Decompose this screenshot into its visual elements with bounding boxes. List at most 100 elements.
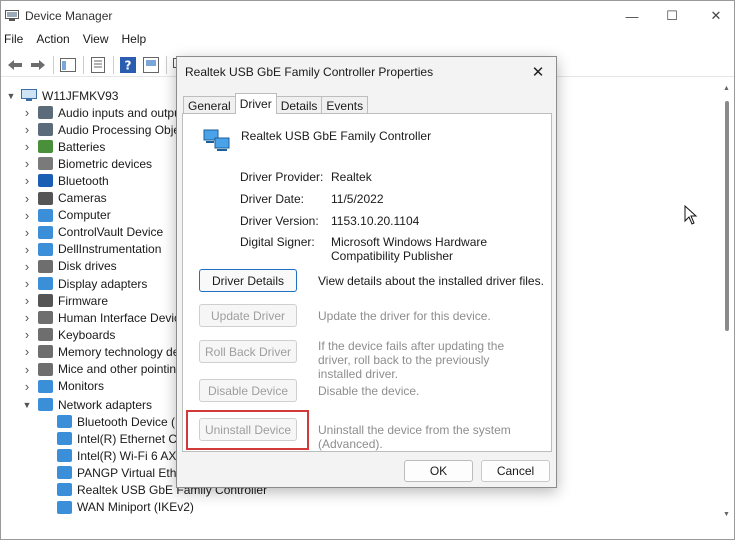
back-arrow-icon[interactable] xyxy=(6,56,24,74)
tree-category[interactable]: › DellInstrumentation xyxy=(21,241,162,258)
network-adapter-icon xyxy=(57,500,72,514)
tree-category[interactable]: › ControlVault Device xyxy=(21,224,163,241)
driver-version-value: 1153.10.20.1104 xyxy=(331,214,420,228)
tree-category-label: ControlVault Device xyxy=(58,225,164,240)
chevron-right-icon[interactable]: › xyxy=(21,139,33,154)
network-adapter-icon xyxy=(38,398,53,411)
chevron-right-icon[interactable]: › xyxy=(21,344,33,359)
chevron-down-icon[interactable]: ▼ xyxy=(5,90,17,102)
tree-category-label: Firmware xyxy=(58,293,108,308)
disk-icon xyxy=(38,259,53,273)
chevron-right-icon[interactable]: › xyxy=(21,259,33,274)
tree-category[interactable]: › Batteries xyxy=(21,138,106,155)
chevron-right-icon[interactable]: › xyxy=(21,156,33,171)
computer-icon xyxy=(21,89,37,102)
window-title: Device Manager xyxy=(25,9,113,23)
menu-help[interactable]: Help xyxy=(122,32,147,50)
forward-arrow-icon[interactable] xyxy=(29,56,47,74)
network-adapter-icon xyxy=(57,415,72,428)
tree-category-label: Bluetooth xyxy=(58,173,109,188)
update-driver-description: Update the driver for this device. xyxy=(318,309,491,323)
tree-category[interactable]: › Bluetooth xyxy=(21,172,109,189)
chevron-right-icon[interactable]: › xyxy=(21,208,33,223)
vertical-scrollbar[interactable]: ▲ ▼ xyxy=(721,83,733,523)
help-icon[interactable]: ? xyxy=(119,56,137,74)
roll-back-driver-button[interactable]: Roll Back Driver xyxy=(199,340,297,363)
minimize-button[interactable]: — xyxy=(612,1,652,31)
hid-icon xyxy=(38,311,53,325)
tree-category-network-adapters[interactable]: ▼ Network adapters xyxy=(21,396,153,413)
digital-signer-label: Digital Signer: xyxy=(240,235,315,249)
tree-category-label: Batteries xyxy=(58,139,106,154)
ok-button[interactable]: OK xyxy=(404,460,473,482)
menu-view[interactable]: View xyxy=(83,32,109,50)
tree-category[interactable]: › Firmware xyxy=(21,292,108,309)
mouse-cursor-icon xyxy=(684,204,698,225)
driver-provider-value: Realtek xyxy=(331,170,372,184)
tree-root[interactable]: ▼ W11JFMKV93 xyxy=(5,87,119,104)
tree-category-label: Human Interface Devices xyxy=(58,310,193,325)
tree-category[interactable]: › Computer xyxy=(21,207,111,224)
menu-action[interactable]: Action xyxy=(36,32,69,50)
tree-category[interactable]: › Biometric devices xyxy=(21,155,152,172)
tree-device-item[interactable]: WAN Miniport (IKEv2) xyxy=(57,499,194,516)
disable-device-button[interactable]: Disable Device xyxy=(199,379,297,402)
scroll-up-icon[interactable]: ▲ xyxy=(723,85,730,92)
chevron-right-icon[interactable]: › xyxy=(21,242,33,257)
chevron-right-icon[interactable]: › xyxy=(21,122,33,137)
chevron-right-icon[interactable]: › xyxy=(21,105,33,120)
cancel-button[interactable]: Cancel xyxy=(481,460,550,482)
chevron-down-icon[interactable]: ▼ xyxy=(21,399,33,411)
dialog-title: Realtek USB GbE Family Controller Proper… xyxy=(185,65,434,79)
driver-date-label: Driver Date: xyxy=(240,192,305,206)
uninstall-device-description: Uninstall the device from the system (Ad… xyxy=(318,423,511,451)
chevron-right-icon[interactable]: › xyxy=(21,379,33,394)
horizontal-scrollbar[interactable] xyxy=(1,523,734,539)
properties-icon[interactable] xyxy=(89,56,107,74)
tree-category[interactable]: › Audio Processing Objects xyxy=(21,121,196,138)
scroll-down-icon[interactable]: ▼ xyxy=(723,511,730,518)
chevron-right-icon[interactable]: › xyxy=(21,276,33,291)
tab-events[interactable]: Events xyxy=(321,96,369,114)
chevron-right-icon[interactable]: › xyxy=(21,310,33,325)
chevron-right-icon[interactable]: › xyxy=(21,293,33,308)
chevron-right-icon[interactable]: › xyxy=(21,362,33,377)
toolbar-divider xyxy=(53,55,54,74)
tree-category-label: Disk drives xyxy=(58,259,117,274)
network-adapter-icon xyxy=(57,432,72,446)
chevron-right-icon[interactable]: › xyxy=(21,191,33,206)
chevron-right-icon[interactable]: › xyxy=(21,225,33,240)
close-window-button[interactable]: ✕ xyxy=(696,1,735,31)
tree-category[interactable]: › Disk drives xyxy=(21,258,117,275)
tree-category[interactable]: › Cameras xyxy=(21,190,107,207)
chevron-right-icon[interactable]: › xyxy=(21,327,33,342)
tab-general[interactable]: General xyxy=(183,96,236,114)
show-hide-tree-icon[interactable] xyxy=(59,56,77,74)
device-manager-app-icon xyxy=(5,10,19,22)
tree-category[interactable]: › Human Interface Devices xyxy=(21,309,193,326)
action-view-icon[interactable] xyxy=(142,56,160,74)
tab-details[interactable]: Details xyxy=(275,96,323,114)
display-adapter-icon xyxy=(38,277,53,290)
driver-details-button[interactable]: Driver Details xyxy=(199,269,297,292)
tree-category[interactable]: › Monitors xyxy=(21,378,104,395)
tree-category-label: Network adapters xyxy=(58,397,153,412)
tree-category[interactable]: › Display adapters xyxy=(21,275,148,292)
maximize-button[interactable]: ☐ xyxy=(652,1,692,31)
bluetooth-icon xyxy=(38,174,53,188)
scrollbar-thumb[interactable] xyxy=(725,101,729,331)
chevron-right-icon[interactable]: › xyxy=(21,173,33,188)
tree-category-label: Audio inputs and outputs xyxy=(58,105,191,120)
camera-icon xyxy=(38,191,53,205)
driver-version-label: Driver Version: xyxy=(240,214,319,228)
driver-provider-label: Driver Provider: xyxy=(240,170,324,184)
tab-driver[interactable]: Driver xyxy=(234,93,277,114)
dialog-close-button[interactable]: ✕ xyxy=(526,61,550,83)
roll-back-driver-description: If the device fails after updating the d… xyxy=(318,339,505,381)
tree-category[interactable]: › Audio inputs and outputs xyxy=(21,104,190,121)
tree-category-label: Biometric devices xyxy=(58,156,153,171)
menu-file[interactable]: File xyxy=(4,32,23,50)
mouse-icon xyxy=(38,362,53,376)
tree-category[interactable]: › Keyboards xyxy=(21,326,116,343)
update-driver-button[interactable]: Update Driver xyxy=(199,304,297,327)
